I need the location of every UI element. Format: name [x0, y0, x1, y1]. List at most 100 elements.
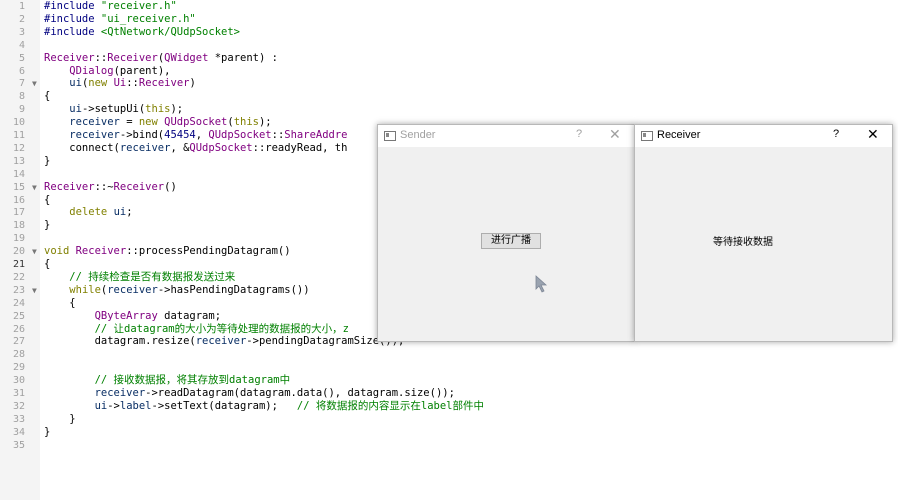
- code-line: 2 #include "ui_receiver.h": [0, 13, 898, 26]
- code-line: 6 QDialog(parent),: [0, 65, 898, 78]
- code-token: =: [119, 116, 139, 129]
- help-button[interactable]: ?: [833, 128, 839, 140]
- code-line: 29: [0, 361, 898, 374]
- code-token: // 持续检查是否有数据报发送过来: [69, 270, 236, 283]
- code-token: QWidget: [164, 51, 209, 64]
- code-token: QByteArray: [94, 309, 158, 322]
- code-text: }: [44, 426, 50, 439]
- code-text: while(receiver->hasPendingDatagrams()): [44, 284, 309, 297]
- code-token: {: [44, 90, 51, 103]
- code-token: }: [44, 412, 76, 425]
- code-token: receiver: [119, 141, 171, 154]
- code-text: {: [44, 90, 50, 103]
- line-number: 27: [12, 336, 25, 348]
- line-number: 28: [12, 349, 25, 361]
- line-number: 23: [12, 284, 25, 296]
- code-line: 35: [0, 439, 898, 452]
- close-button[interactable]: ✕: [867, 126, 879, 143]
- code-token: ->readDatagram(datagram.data(), datagram…: [145, 387, 455, 399]
- fold-toggle-icon[interactable]: ▼: [32, 181, 37, 194]
- help-button[interactable]: ?: [576, 128, 582, 140]
- code-token: new: [88, 77, 114, 90]
- line-number: 5: [18, 52, 25, 64]
- line-number: 30: [12, 375, 25, 387]
- code-text: QByteArray datagram;: [44, 310, 221, 323]
- code-token: 45454: [164, 129, 196, 141]
- code-text: {: [44, 297, 75, 310]
- code-token: receiver: [195, 335, 247, 348]
- code-text: connect(receiver, &QUdpSocket::readyRead…: [44, 142, 347, 155]
- window-app-icon: [641, 131, 653, 141]
- code-token: // 让datagram的大小为等待处理的数据报的大小，z: [94, 322, 349, 335]
- code-text: // 持续检查是否有数据报发送过来: [44, 271, 235, 284]
- code-text: #include "ui_receiver.h": [44, 13, 196, 26]
- code-token: ui: [94, 399, 108, 412]
- code-token: }: [44, 219, 51, 232]
- code-text: #include "receiver.h": [44, 0, 177, 13]
- code-line: 31 receiver->readDatagram(datagram.data(…: [0, 387, 898, 400]
- code-text: {: [44, 258, 50, 271]
- line-number: 12: [12, 142, 25, 154]
- sender-title: Sender: [400, 129, 436, 141]
- line-number: 22: [12, 271, 25, 283]
- code-token: "ui_receiver.h": [100, 12, 196, 25]
- line-number: 15: [12, 181, 25, 193]
- code-token: void: [44, 245, 76, 258]
- code-token: {: [44, 258, 51, 270]
- code-line: 30 // 接收数据报，将其存放到datagram中: [0, 374, 898, 387]
- line-number: 21: [12, 259, 25, 270]
- sender-window[interactable]: Sender ? ✕ 进行广播: [377, 124, 635, 342]
- receiver-window[interactable]: Receiver ? ✕ 等待接收数据: [634, 124, 893, 342]
- code-line: 32 ui->label->setText(datagram); // 将数据报…: [0, 400, 898, 413]
- code-line: 4: [0, 39, 898, 52]
- fold-toggle-icon[interactable]: ▼: [32, 284, 37, 297]
- fold-toggle-icon[interactable]: ▼: [32, 245, 37, 258]
- line-number: 24: [12, 297, 25, 309]
- line-number: 8: [18, 91, 25, 103]
- code-token: );: [258, 116, 272, 129]
- code-token: label: [119, 399, 152, 412]
- line-number: 1: [18, 1, 25, 12]
- code-token: #include: [44, 12, 101, 25]
- code-token: <QtNetwork/QUdpSocket>: [100, 25, 240, 38]
- code-text: delete ui;: [44, 206, 133, 219]
- code-token: {: [44, 193, 51, 206]
- fold-toggle-icon[interactable]: ▼: [32, 77, 37, 90]
- code-token: ui: [69, 77, 82, 90]
- line-number: 20: [12, 246, 25, 258]
- code-token: datagram;: [157, 309, 222, 322]
- code-line: 28: [0, 348, 898, 361]
- code-token: ->setupUi(: [81, 103, 146, 116]
- code-token: ::: [126, 77, 139, 90]
- receiver-title: Receiver: [657, 129, 701, 141]
- receiver-titlebar[interactable]: Receiver ? ✕: [635, 125, 892, 147]
- code-token: Receiver: [44, 180, 95, 193]
- code-text: receiver->bind(45454, QUdpSocket::ShareA…: [44, 129, 347, 142]
- line-number: 3: [18, 26, 25, 38]
- code-token: ;: [126, 206, 133, 219]
- line-number: 32: [12, 400, 25, 412]
- code-token: datagram.resize(: [44, 335, 196, 348]
- code-token: connect(: [44, 141, 120, 154]
- code-token: receiver: [69, 129, 120, 141]
- code-text: ui(new Ui::Receiver): [44, 77, 196, 90]
- line-number: 11: [12, 130, 25, 141]
- code-token: receiver: [94, 387, 146, 399]
- sender-titlebar[interactable]: Sender ? ✕: [378, 125, 634, 147]
- close-button[interactable]: ✕: [609, 126, 621, 143]
- broadcast-button[interactable]: 进行广播: [481, 233, 541, 249]
- code-token: ::~: [94, 180, 114, 193]
- line-number: 9: [18, 104, 25, 116]
- code-line: 9 ui->setupUi(this);: [0, 103, 898, 116]
- code-token: ->bind(: [119, 129, 165, 141]
- code-text: void Receiver::processPendingDatagram(): [44, 245, 291, 258]
- code-token: }: [44, 154, 51, 167]
- code-token: QUdpSocket: [208, 129, 272, 141]
- status-label: 等待接收数据: [713, 237, 773, 248]
- code-token: (parent),: [113, 64, 171, 77]
